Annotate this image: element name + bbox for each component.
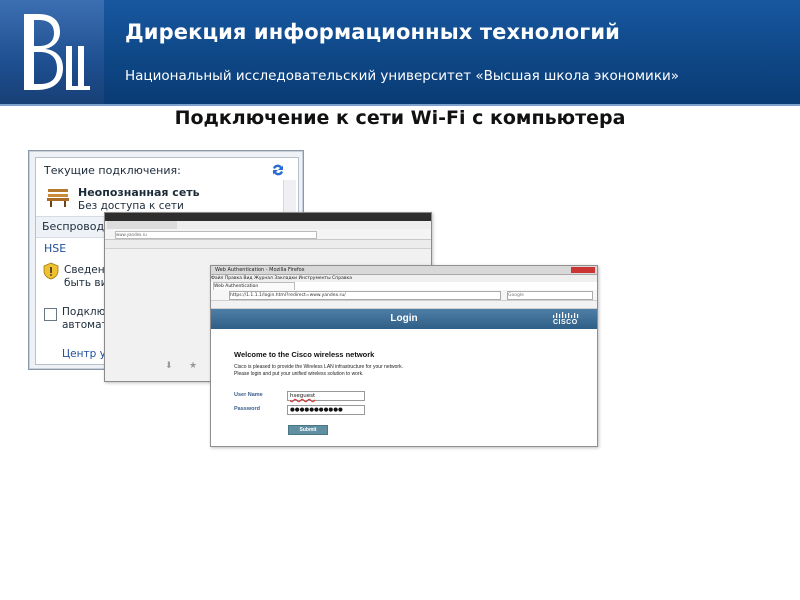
window-controls[interactable] xyxy=(571,267,595,273)
password-label: Password xyxy=(234,406,260,412)
current-connections-label: Текущие подключения: xyxy=(44,164,181,177)
header-banner: Дирекция информационных технологий Нацио… xyxy=(0,0,800,105)
download-icon[interactable]: ⬇ xyxy=(165,361,173,371)
header-subtitle: Национальный исследовательский университ… xyxy=(125,68,680,84)
browser2-address-bar[interactable]: https://1.1.1.1/login.html?redirect=www.… xyxy=(229,291,501,300)
submit-button[interactable]: Submit xyxy=(288,425,328,435)
browser-window-cisco-login: Web Authentication - Mozilla Firefox Фай… xyxy=(210,265,598,447)
hse-logo-icon xyxy=(24,14,90,90)
network-name: Неопознанная сеть xyxy=(78,186,200,199)
browser1-tab[interactable] xyxy=(107,221,177,229)
browser2-menubar[interactable]: Файл Правка Вид Журнал Закладки Инструме… xyxy=(211,275,597,282)
browser2-window-title: Web Authentication - Mozilla Firefox xyxy=(215,267,305,273)
wifi-network-hse[interactable]: HSE xyxy=(44,242,66,255)
login-heading: Login xyxy=(390,313,418,324)
username-label: User Name xyxy=(234,392,263,398)
auto-connect-checkbox[interactable] xyxy=(44,308,57,321)
refresh-icon[interactable] xyxy=(270,162,286,178)
welcome-heading: Welcome to the Cisco wireless network xyxy=(234,350,375,359)
welcome-description: Cisco is pleased to provide the Wireless… xyxy=(234,364,403,377)
security-shield-icon xyxy=(42,262,60,280)
browser2-search-box[interactable]: Google xyxy=(507,291,593,300)
browser1-address-bar[interactable]: www.yandex.ru xyxy=(115,231,317,239)
browser2-titlebar: Web Authentication - Mozilla Firefox xyxy=(211,266,597,275)
header-title: Дирекция информационных технологий xyxy=(125,20,620,44)
cisco-wordmark: CISCO xyxy=(553,319,578,326)
browser1-toolbar xyxy=(105,240,431,249)
password-input[interactable]: ●●●●●●●●●●● xyxy=(287,405,365,415)
cisco-logo: CISCO xyxy=(551,311,585,327)
hse-logo xyxy=(0,0,104,105)
browser1-titlebar xyxy=(105,213,431,221)
browser2-bookmarks-bar xyxy=(211,301,597,309)
header-divider xyxy=(0,104,800,106)
username-input[interactable]: hseguest xyxy=(287,391,365,401)
network-status: Без доступа к сети xyxy=(78,200,184,212)
star-icon[interactable]: ★ xyxy=(189,361,197,371)
slide-title: Подключение к сети Wi-Fi с компьютера xyxy=(174,107,626,129)
network-bench-icon xyxy=(46,186,70,208)
